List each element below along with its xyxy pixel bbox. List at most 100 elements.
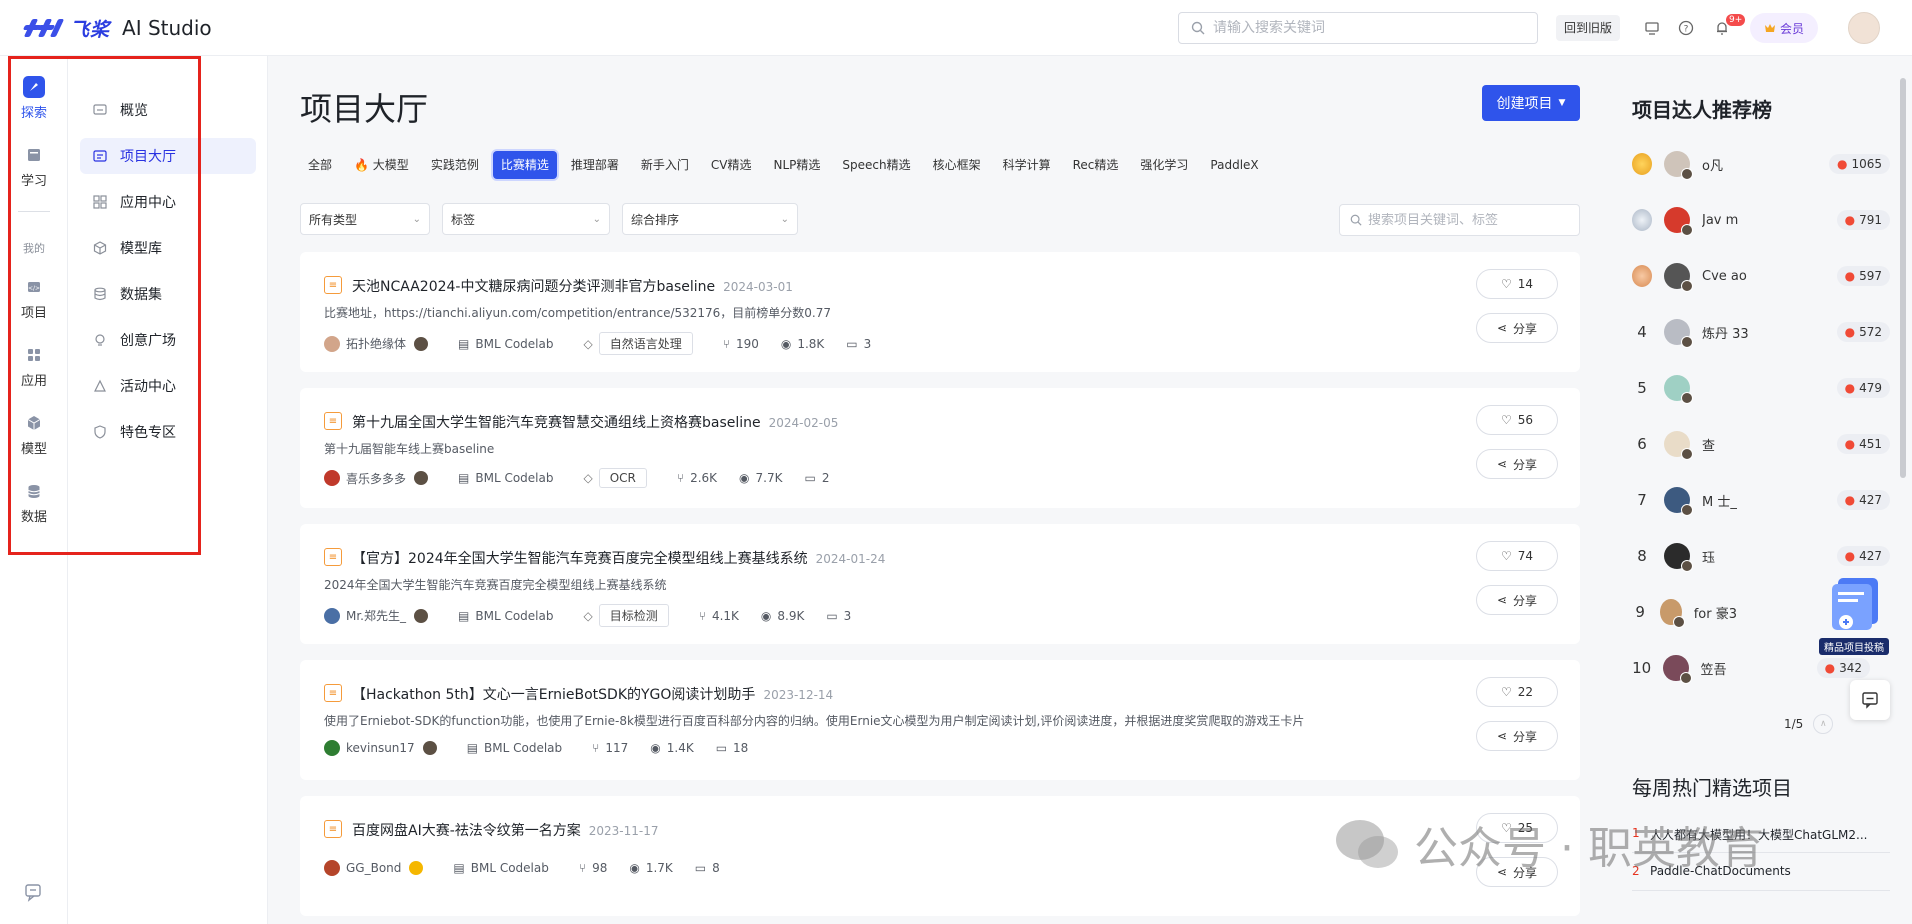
- rank-name[interactable]: M 士_: [1702, 491, 1822, 510]
- tab-nlp[interactable]: NLP精选: [765, 151, 828, 179]
- project-card[interactable]: ≡ 天池NCAA2024-中文糖尿病问题分类评测非官方baseline 2024-…: [300, 252, 1580, 372]
- rail-item-learn[interactable]: 学习: [0, 144, 68, 189]
- rank-avatar[interactable]: [1664, 375, 1693, 404]
- author-avatar[interactable]: [324, 740, 340, 756]
- project-title[interactable]: 天池NCAA2024-中文糖尿病问题分类评测非官方baseline 2024-03…: [352, 276, 793, 296]
- nav-item-featured-zone[interactable]: 特色专区: [80, 414, 256, 450]
- ranking-row[interactable]: o凡 ● 1065: [1632, 144, 1890, 184]
- rail-item-model[interactable]: 模型: [0, 412, 68, 457]
- project-search-input[interactable]: [1368, 212, 1568, 228]
- weekly-item[interactable]: 2 Paddle-ChatDocuments: [1632, 864, 1872, 878]
- author-name[interactable]: 拓扑绝缘体: [346, 335, 406, 352]
- rail-item-project[interactable]: </> 项目: [0, 276, 68, 321]
- ranking-row[interactable]: Cve ao ● 597: [1632, 256, 1890, 296]
- ranking-row[interactable]: 8 珏 ● 427: [1632, 536, 1890, 576]
- author-avatar[interactable]: [324, 470, 340, 486]
- old-version-button[interactable]: 回到旧版: [1556, 15, 1621, 41]
- rank-avatar[interactable]: [1664, 431, 1693, 460]
- rank-avatar[interactable]: [1664, 543, 1693, 572]
- rail-item-app[interactable]: 应用: [0, 344, 68, 389]
- rank-name[interactable]: 笠吾: [1701, 659, 1817, 678]
- tab-science[interactable]: 科学计算: [995, 151, 1059, 179]
- user-avatar[interactable]: [1848, 12, 1880, 44]
- author-avatar[interactable]: [324, 335, 340, 352]
- ranking-row[interactable]: Jav m ● 791: [1632, 200, 1890, 240]
- project-card[interactable]: ≡ 第十九届全国大学生智能汽车竞赛智慧交通组线上资格赛baseline 2024-…: [300, 388, 1580, 508]
- ranking-row[interactable]: 7 M 士_ ● 427: [1632, 480, 1890, 520]
- tag-select[interactable]: 标签 ⌄: [442, 203, 610, 235]
- tab-competition[interactable]: 比赛精选: [492, 151, 557, 179]
- rank-name[interactable]: o凡: [1702, 155, 1822, 174]
- project-search[interactable]: [1339, 204, 1580, 236]
- rank-name[interactable]: 查: [1702, 435, 1822, 454]
- tab-cv[interactable]: CV精选: [703, 151, 760, 179]
- rank-avatar[interactable]: [1664, 263, 1693, 292]
- type-select[interactable]: 所有类型 ⌄: [300, 203, 430, 235]
- ranking-row[interactable]: 4 炼丹 33 ● 572: [1632, 312, 1890, 352]
- rail-item-explore[interactable]: 探索: [0, 76, 68, 121]
- tab-all[interactable]: 全部: [300, 151, 340, 179]
- ranking-row[interactable]: 6 查 ● 451: [1632, 424, 1890, 464]
- tab-rec[interactable]: Rec精选: [1065, 151, 1127, 179]
- page-scrollbar[interactable]: [1898, 58, 1908, 924]
- share-button[interactable]: ⋖ 分享: [1476, 585, 1558, 615]
- sort-select[interactable]: 综合排序 ⌄: [622, 203, 798, 235]
- like-button[interactable]: ♡ 74: [1476, 541, 1558, 571]
- tab-deploy[interactable]: 推理部署: [563, 151, 627, 179]
- nav-item-activity-center[interactable]: 活动中心: [80, 368, 256, 404]
- author-name[interactable]: 喜乐多多多: [346, 470, 406, 487]
- nav-item-datasets[interactable]: 数据集: [80, 276, 256, 312]
- monitor-icon[interactable]: [1642, 18, 1662, 38]
- rank-avatar[interactable]: [1664, 207, 1693, 236]
- author-name[interactable]: GG_Bond: [346, 861, 401, 875]
- rank-avatar[interactable]: [1663, 655, 1692, 684]
- project-tag[interactable]: OCR: [598, 468, 647, 488]
- scrollbar-thumb[interactable]: [1900, 78, 1906, 478]
- ranking-row[interactable]: 9 for 豪3: [1632, 592, 1792, 632]
- global-search[interactable]: [1178, 12, 1538, 44]
- tab-llm[interactable]: 🔥 大模型: [346, 151, 417, 179]
- member-button[interactable]: 会员: [1750, 13, 1818, 43]
- help-icon[interactable]: ?: [1676, 18, 1696, 38]
- rank-avatar[interactable]: [1660, 599, 1686, 628]
- weekly-item[interactable]: 1 人人都有大模型用！大模型ChatGLM2...: [1632, 826, 1872, 843]
- tab-rl[interactable]: 强化学习: [1132, 151, 1196, 179]
- prev-page-button[interactable]: ∧: [1813, 714, 1834, 734]
- nav-item-overview[interactable]: 概览: [80, 92, 256, 128]
- like-button[interactable]: ♡ 25: [1476, 813, 1558, 843]
- nav-item-project-hall[interactable]: 项目大厅: [80, 138, 256, 174]
- project-card[interactable]: ≡ 【Hackathon 5th】文心一言ErnieBotSDK的YGO阅读计划…: [300, 660, 1580, 780]
- chat-float-button[interactable]: [1850, 680, 1890, 720]
- promo-float-button[interactable]: 精品项目投稿: [1816, 572, 1896, 656]
- nav-item-idea-square[interactable]: 创意广场: [80, 322, 256, 358]
- author-name[interactable]: kevinsun17: [346, 741, 415, 755]
- tab-speech[interactable]: Speech精选: [834, 151, 918, 179]
- nav-item-model-library[interactable]: 模型库: [80, 230, 256, 266]
- rank-name[interactable]: for 豪3: [1694, 603, 1792, 622]
- rank-name[interactable]: 炼丹 33: [1702, 323, 1822, 342]
- author-avatar[interactable]: [324, 607, 340, 624]
- share-button[interactable]: ⋖ 分享: [1476, 449, 1558, 479]
- tab-beginner[interactable]: 新手入门: [633, 151, 697, 179]
- project-card[interactable]: ≡ 【官方】2024年全国大学生智能汽车竞赛百度完全模型组线上赛基线系统 2024…: [300, 524, 1580, 644]
- author-name[interactable]: Mr.郑先生_: [346, 607, 406, 624]
- project-card[interactable]: ≡ 百度网盘AI大赛-祛法令纹第一名方案 2023-11-17 GG_Bond ▤…: [300, 796, 1580, 916]
- project-title[interactable]: 第十九届全国大学生智能汽车竞赛智慧交通组线上资格赛baseline 2024-02…: [352, 412, 838, 432]
- nav-item-app-center[interactable]: 应用中心: [80, 184, 256, 220]
- like-button[interactable]: ♡ 56: [1476, 405, 1558, 435]
- create-project-button[interactable]: 创建项目 ▼: [1482, 85, 1580, 121]
- feedback-icon[interactable]: [24, 882, 44, 906]
- project-title[interactable]: 百度网盘AI大赛-祛法令纹第一名方案 2023-11-17: [352, 820, 659, 840]
- project-tag[interactable]: 自然语言处理: [598, 332, 693, 355]
- like-button[interactable]: ♡ 14: [1476, 269, 1558, 299]
- share-button[interactable]: ⋖ 分享: [1476, 857, 1558, 887]
- rank-name[interactable]: Jav m: [1702, 213, 1822, 228]
- rank-avatar[interactable]: [1664, 487, 1693, 516]
- logo[interactable]: 飞桨 AI Studio: [22, 14, 212, 42]
- project-title[interactable]: 【官方】2024年全国大学生智能汽车竞赛百度完全模型组线上赛基线系统 2024-0…: [352, 548, 885, 568]
- author-avatar[interactable]: [324, 860, 340, 876]
- tab-practice[interactable]: 实践范例: [423, 151, 487, 179]
- rank-avatar[interactable]: [1664, 319, 1693, 348]
- share-button[interactable]: ⋖ 分享: [1476, 313, 1558, 343]
- global-search-input[interactable]: [1213, 20, 1513, 36]
